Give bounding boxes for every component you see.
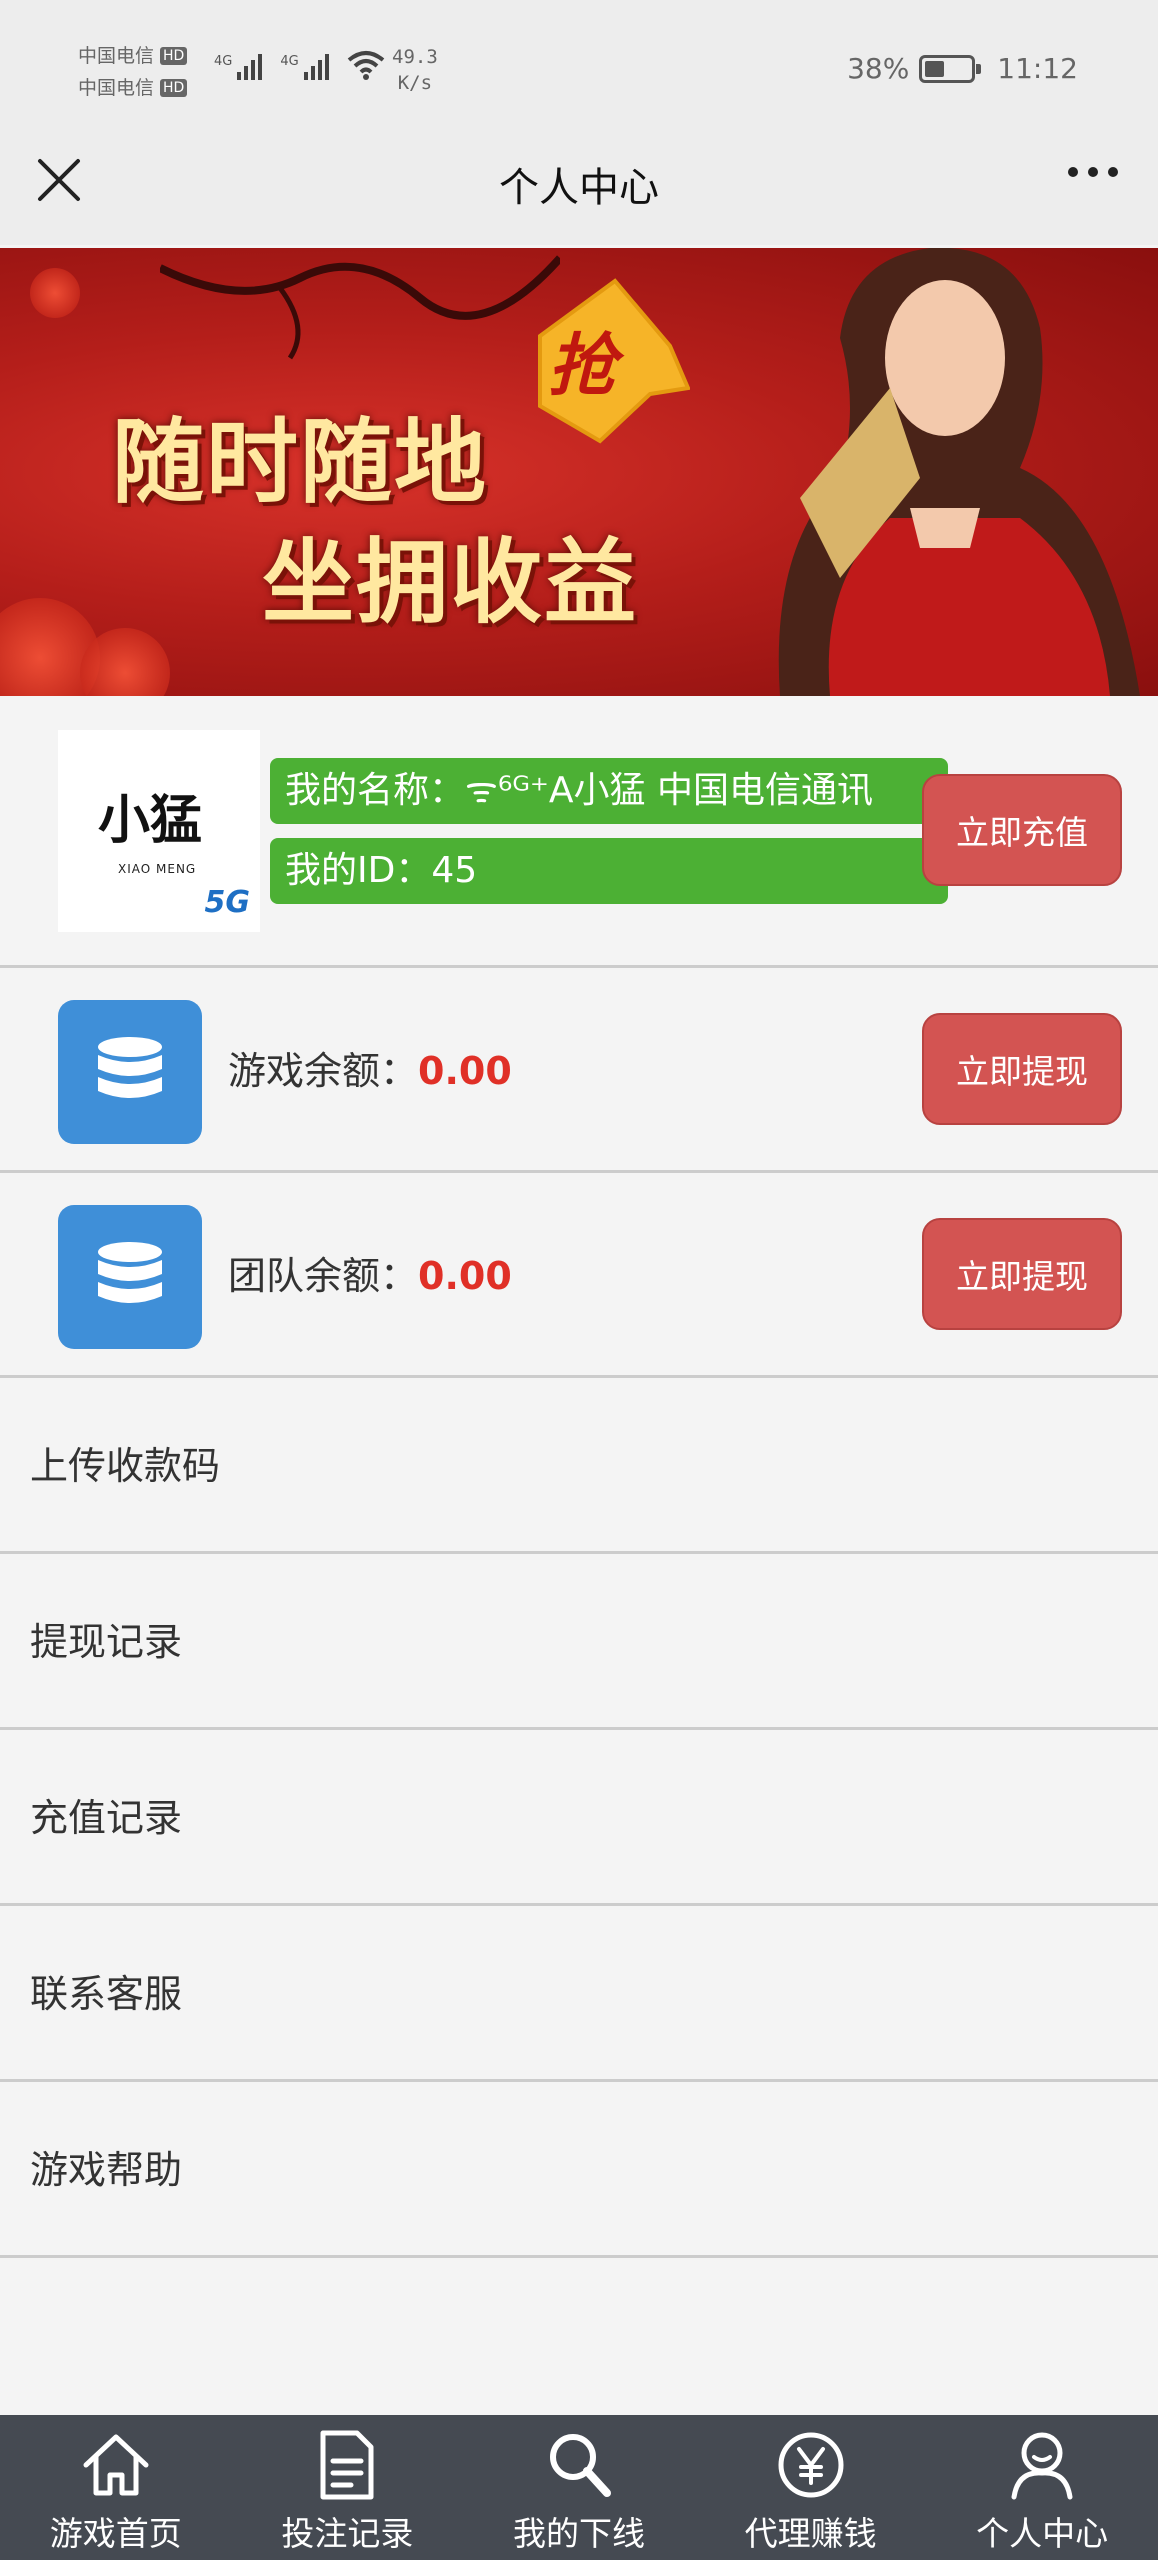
clock: 11:12 [997, 52, 1078, 85]
wifi-icon [347, 51, 384, 80]
database-icon [58, 1205, 202, 1349]
avatar: 小猛 XIAO MENG 5G [58, 730, 260, 932]
tab-agent-earnings[interactable]: 代理赚钱 [695, 2415, 927, 2560]
status-bar: 中国电信 HD 中国电信 HD 4G 4G 49.3 K/s 38% 11:12 [0, 0, 1158, 145]
withdraw-team-button[interactable]: 立即提现 [922, 1218, 1122, 1330]
id-value: 45 [431, 850, 478, 891]
withdraw-game-button[interactable]: 立即提现 [922, 1013, 1122, 1125]
game-balance-amount: 0.00 [418, 1049, 512, 1093]
name-label: 我的名称： [285, 770, 466, 811]
menu-item-withdraw-records[interactable]: 提现记录 [0, 1554, 1158, 1730]
carrier-info: 中国电信 HD 中国电信 HD [78, 40, 188, 104]
hd-badge: HD [160, 47, 188, 65]
signal-icon: 4G [280, 54, 329, 80]
hd-badge: HD [160, 79, 188, 97]
name-value: ᯤ⁶ᴳ⁺A小猛 中国电信通讯 [465, 770, 873, 811]
game-balance-label: 游戏余额：0.00 [228, 1049, 512, 1093]
menu-item-game-help[interactable]: 游戏帮助 [0, 2082, 1158, 2258]
team-balance-label: 团队余额：0.00 [228, 1254, 512, 1298]
carrier-1: 中国电信 [78, 45, 155, 67]
tab-label: 游戏首页 [49, 2514, 182, 2553]
bottom-tab-bar: 游戏首页 投注记录 我的下线 代理赚钱 个人中心 [0, 2415, 1158, 2560]
signal-indicators: 4G 4G [214, 50, 385, 80]
yuan-icon [778, 2432, 844, 2498]
user-icon [1011, 2432, 1073, 2500]
banner-badge-text: 抢 [548, 327, 617, 406]
tab-label: 我的下线 [512, 2514, 645, 2553]
status-right: 38% 11:12 [847, 52, 1078, 85]
menu-item-contact-support[interactable]: 联系客服 [0, 1906, 1158, 2082]
team-balance-row: 团队余额：0.00 立即提现 [0, 1173, 1158, 1378]
tab-my-downline[interactable]: 我的下线 [463, 2415, 695, 2560]
battery-icon [919, 54, 982, 83]
user-id-pill: 我的ID：45 [270, 838, 948, 904]
promo-banner[interactable]: 抢 随时随地 坐拥收益 [0, 248, 1158, 696]
menu-item-upload-payment-code[interactable]: 上传收款码 [0, 1378, 1158, 1554]
tab-label: 代理赚钱 [744, 2514, 877, 2553]
lantern-decoration [30, 268, 80, 318]
team-balance-amount: 0.00 [418, 1254, 512, 1298]
signal-icon: 4G [214, 54, 263, 80]
network-speed: 49.3 K/s [392, 46, 438, 94]
carrier-2: 中国电信 [78, 77, 155, 99]
database-icon [58, 1000, 202, 1144]
page-title: 个人中心 [499, 165, 659, 211]
tab-personal-center[interactable]: 个人中心 [926, 2415, 1158, 2560]
banner-headline-1: 随时随地 [112, 409, 489, 516]
id-label: 我的ID： [285, 850, 432, 891]
recharge-button[interactable]: 立即充值 [922, 774, 1122, 886]
menu-item-recharge-records[interactable]: 充值记录 [0, 1730, 1158, 1906]
banner-headline-2: 坐拥收益 [262, 529, 639, 636]
tab-home[interactable]: 游戏首页 [0, 2415, 232, 2560]
profile-section: 小猛 XIAO MENG 5G 我的名称：ᯤ⁶ᴳ⁺A小猛 中国电信通讯 我的ID… [0, 698, 1158, 968]
menu-list: 上传收款码 提现记录 充值记录 联系客服 游戏帮助 [0, 1378, 1158, 2258]
banner-model-image [778, 248, 1140, 696]
username-pill: 我的名称：ᯤ⁶ᴳ⁺A小猛 中国电信通讯 [270, 758, 948, 824]
nav-bar: 个人中心 [0, 145, 1158, 245]
document-icon [320, 2430, 374, 2500]
branch-decoration [160, 255, 560, 360]
tab-bet-records[interactable]: 投注记录 [232, 2415, 464, 2560]
tab-label: 投注记录 [281, 2514, 414, 2553]
home-icon [83, 2434, 149, 2496]
tab-label: 个人中心 [976, 2514, 1109, 2553]
game-balance-row: 游戏余额：0.00 立即提现 [0, 968, 1158, 1173]
more-icon[interactable] [1068, 167, 1118, 177]
search-icon [549, 2434, 611, 2497]
battery-percent: 38% [847, 52, 910, 85]
